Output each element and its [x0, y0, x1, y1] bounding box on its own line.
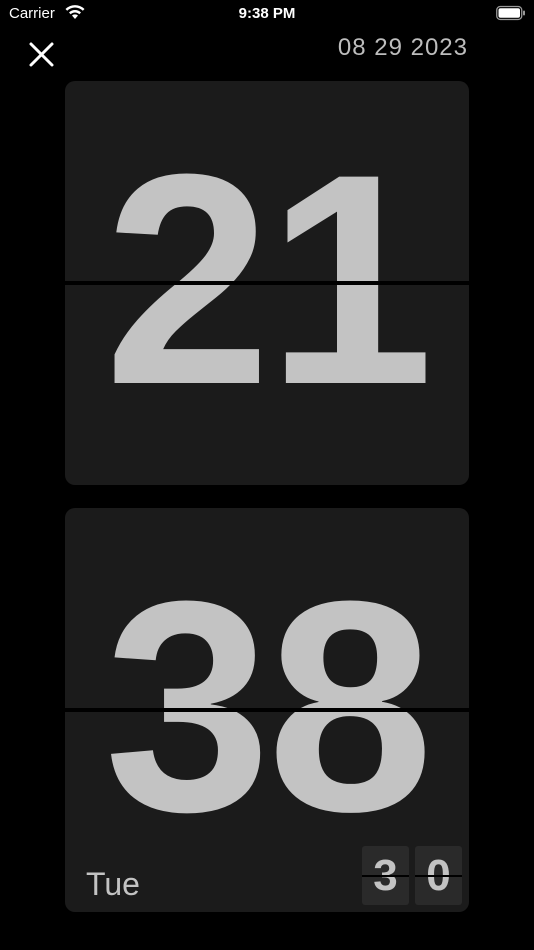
seconds-tens-digit: 3	[362, 846, 409, 905]
flip-divider	[65, 281, 469, 285]
hours-flip-card: 21	[65, 81, 469, 485]
battery-icon	[496, 5, 525, 21]
seconds-divider	[362, 875, 409, 877]
date-label: 08 29 2023	[337, 34, 468, 61]
close-icon	[29, 42, 54, 67]
seconds-divider	[415, 875, 462, 877]
status-time: 9:38 PM	[238, 5, 296, 22]
minutes-digits: 38	[104, 538, 434, 874]
close-button[interactable]	[26, 38, 58, 70]
hours-digits: 21	[104, 111, 434, 447]
minutes-flip-card: 38 Tue 3 0	[65, 508, 469, 912]
weekday-label: Tue	[86, 866, 140, 902]
flip-divider	[65, 708, 469, 712]
seconds-ones-digit: 0	[415, 846, 462, 905]
seconds-display: 3 0	[362, 846, 462, 905]
status-bar: Carrier 9:38 PM	[0, 0, 534, 28]
